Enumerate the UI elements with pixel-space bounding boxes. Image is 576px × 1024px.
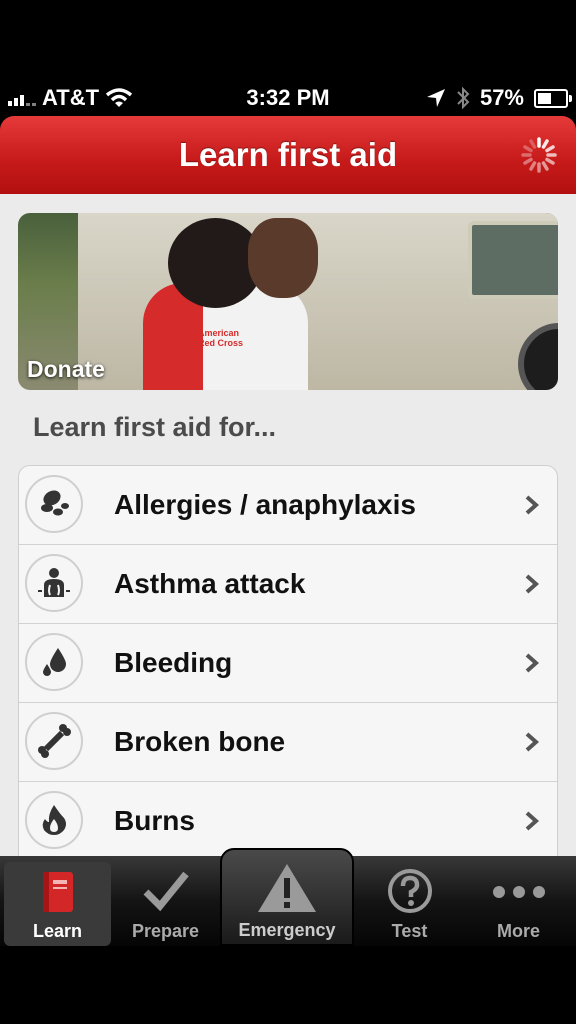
- question-icon: [387, 869, 432, 913]
- list-item-label: Allergies / anaphylaxis: [114, 489, 416, 520]
- donate-banner[interactable]: American Red Cross Donate: [18, 213, 558, 390]
- bluetooth-icon: [457, 86, 470, 110]
- tab-bar: Learn Prepare Emergency Test More: [0, 848, 576, 946]
- lungs-icon: [25, 554, 83, 612]
- list-item-allergies[interactable]: Allergies / anaphylaxis: [19, 466, 557, 545]
- book-icon: [42, 872, 73, 912]
- blood-drop-icon: [25, 633, 83, 691]
- list-item-broken-bone[interactable]: Broken bone: [19, 703, 557, 782]
- list-item-label: Asthma attack: [114, 568, 306, 599]
- checkmark-icon: [143, 871, 189, 912]
- page-title: Learn first aid: [178, 136, 398, 173]
- section-title: Learn first aid for...: [33, 412, 277, 442]
- donate-label: Donate: [27, 356, 105, 382]
- list-item-bleeding[interactable]: Bleeding: [19, 624, 557, 703]
- location-arrow-icon: [426, 89, 445, 107]
- flame-icon: [25, 791, 83, 849]
- chevron-right-icon: [525, 495, 540, 515]
- topic-list: Allergies / anaphylaxis Asthma attack Bl…: [18, 465, 558, 856]
- loading-spinner-icon: [521, 137, 557, 173]
- tab-label: Emergency: [238, 920, 336, 940]
- red-cross-logo-icon: [173, 331, 197, 355]
- list-item-label: Bleeding: [114, 647, 233, 678]
- tab-label: Test: [391, 921, 428, 941]
- battery-percentage: 57%: [479, 85, 524, 110]
- tab-more[interactable]: More: [465, 856, 572, 946]
- tab-label: Prepare: [131, 921, 200, 941]
- tab-label: Learn: [32, 921, 83, 941]
- main-content: American Red Cross Donate Learn first aid…: [0, 194, 576, 856]
- tab-prepare[interactable]: Prepare: [112, 856, 219, 946]
- navigation-header: Learn first aid: [0, 116, 576, 194]
- tab-label: More: [496, 921, 540, 941]
- list-item-asthma[interactable]: Asthma attack: [19, 545, 557, 624]
- warning-icon: [258, 864, 316, 912]
- battery-icon: [534, 88, 572, 108]
- chevron-right-icon: [525, 811, 540, 831]
- chevron-right-icon: [525, 574, 540, 594]
- tab-learn[interactable]: Learn: [4, 856, 111, 946]
- tab-emergency[interactable]: Emergency: [220, 848, 354, 946]
- tab-test[interactable]: Test: [356, 856, 463, 946]
- list-item-burns[interactable]: Burns: [19, 782, 557, 856]
- chevron-right-icon: [525, 653, 540, 673]
- ellipsis-icon: [492, 886, 545, 898]
- list-item-label: Burns: [114, 805, 195, 836]
- vest-logo-text: American Red Cross: [198, 328, 244, 348]
- peanut-icon: [25, 475, 83, 533]
- bone-icon: [25, 712, 83, 770]
- list-item-label: Broken bone: [114, 726, 286, 757]
- chevron-right-icon: [525, 732, 540, 752]
- status-bar: AT&T 3:32 PM 57%: [0, 78, 576, 116]
